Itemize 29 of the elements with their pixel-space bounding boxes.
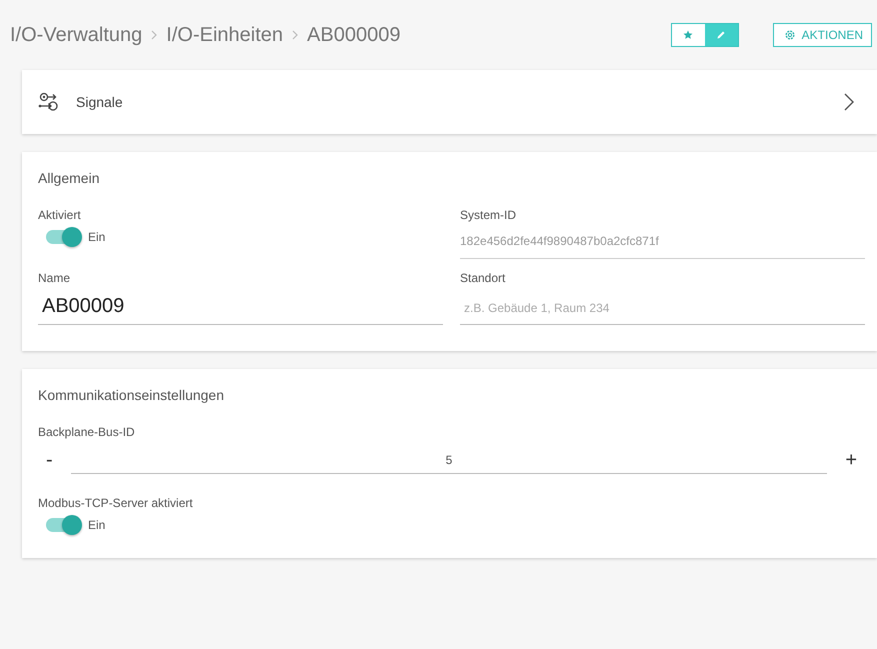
signals-label: Signale [76, 94, 124, 110]
increment-button[interactable]: + [837, 449, 865, 472]
toggle-switch[interactable] [46, 230, 80, 244]
readonly-field: 182e456d2fe44f9890487b0a2cfc871f [460, 230, 865, 259]
pencil-icon [716, 30, 726, 40]
toggle-switch[interactable] [46, 518, 80, 532]
field-label: Standort [460, 271, 506, 285]
breadcrumb-current: AB000009 [307, 24, 400, 46]
toggle-label: Ein [88, 518, 106, 532]
breadcrumb-link[interactable]: I/O-Verwaltung [10, 24, 142, 46]
section-title: Allgemein [38, 170, 100, 186]
field-label: System-ID [460, 208, 518, 222]
signals-row[interactable]: Signale [22, 70, 877, 134]
gear-icon [784, 29, 796, 41]
section-title: Kommunikationseinstellungen [38, 387, 225, 403]
field-label: Backplane-Bus-ID [38, 425, 136, 439]
signals-icon [38, 92, 60, 112]
edit-button[interactable] [704, 24, 738, 46]
chevron-icon [291, 30, 300, 40]
decrement-button[interactable]: - [38, 449, 61, 472]
field-label: Modbus-TCP-Server aktiviert [38, 496, 194, 510]
favorite-button[interactable] [672, 24, 705, 46]
breadcrumb-link[interactable]: I/O-Einheiten [166, 24, 284, 46]
field-label: Aktiviert [38, 208, 82, 222]
chevron-right-icon [843, 92, 855, 112]
star-icon [683, 30, 694, 40]
toggle-label: Ein [88, 230, 106, 244]
chevron-icon [150, 30, 158, 40]
field-label: Name [38, 271, 72, 285]
